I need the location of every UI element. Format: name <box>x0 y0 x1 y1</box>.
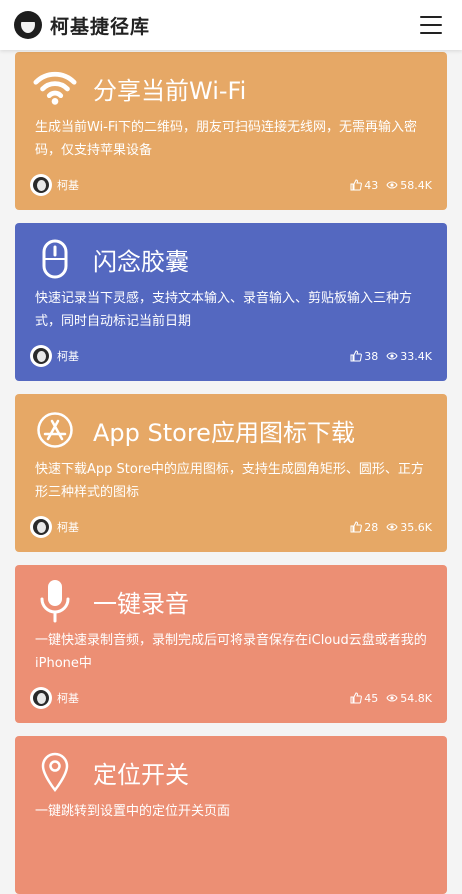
view-count-value: 54.8K <box>400 691 432 705</box>
view-count-value: 35.6K <box>400 520 432 534</box>
card-stats: 38 33.4K <box>350 350 432 363</box>
card-title: 一键录音 <box>93 589 189 618</box>
card-stats: 45 54.8K <box>350 692 432 705</box>
site-logo[interactable]: 柯基捷径库 <box>14 11 150 39</box>
location-pin-icon <box>33 750 77 794</box>
shortcut-card[interactable]: 分享当前Wi-Fi 生成当前Wi-Fi下的二维码，朋友可扫码连接无线网，无需再输… <box>15 52 447 210</box>
shortcut-card[interactable]: 闪念胶囊 快速记录当下灵感，支持文本输入、录音输入、剪贴板输入三种方式，同时自动… <box>15 223 447 381</box>
author-name[interactable]: 柯基 <box>57 690 79 706</box>
author-name[interactable]: 柯基 <box>57 177 79 193</box>
card-description: 快速记录当下灵感，支持文本输入、录音输入、剪贴板输入三种方式，同时自动标记当前日… <box>35 291 413 329</box>
eye-icon <box>386 352 398 360</box>
shortcut-card[interactable]: App Store应用图标下载 快速下载App Store中的应用图标，支持生成… <box>15 394 447 552</box>
card-header: 一键录音 <box>33 579 189 623</box>
thumbs-up-icon <box>350 179 363 191</box>
like-count-value: 45 <box>364 691 379 705</box>
card-title: 定位开关 <box>93 760 189 789</box>
eye-icon <box>386 694 398 702</box>
corgi-logo-icon <box>14 11 42 39</box>
thumbs-up-icon <box>350 350 363 362</box>
capsule-icon <box>33 237 77 281</box>
hamburger-menu-icon[interactable] <box>420 16 442 34</box>
like-count[interactable]: 38 <box>350 350 378 363</box>
view-count: 58.4K <box>386 179 432 192</box>
avatar[interactable] <box>30 345 52 367</box>
view-count: 54.8K <box>386 692 432 705</box>
card-title: 分享当前Wi-Fi <box>93 76 247 105</box>
like-count-value: 43 <box>364 178 379 192</box>
microphone-icon <box>33 579 77 623</box>
card-footer: 柯基 28 35.6K <box>30 516 432 538</box>
card-footer: 柯基 43 58.4K <box>30 174 432 196</box>
card-header: 分享当前Wi-Fi <box>33 66 246 110</box>
card-description: 一键跳转到设置中的定位开关页面 <box>35 804 231 819</box>
site-name: 柯基捷径库 <box>50 15 151 38</box>
card-header: 闪念胶囊 <box>33 237 189 281</box>
like-count[interactable]: 45 <box>350 692 378 705</box>
thumbs-up-icon <box>350 521 363 533</box>
shortcut-card[interactable]: 定位开关 一键跳转到设置中的定位开关页面 <box>15 736 447 894</box>
card-header: 定位开关 <box>33 750 189 794</box>
eye-icon <box>386 523 398 531</box>
author-name[interactable]: 柯基 <box>57 348 79 364</box>
card-title: App Store应用图标下载 <box>93 418 355 447</box>
card-stats: 43 58.4K <box>350 179 432 192</box>
like-count-value: 38 <box>364 349 379 363</box>
card-footer: 柯基 38 33.4K <box>30 345 432 367</box>
like-count[interactable]: 28 <box>350 521 378 534</box>
like-count-value: 28 <box>364 520 379 534</box>
view-count-value: 33.4K <box>400 349 432 363</box>
avatar[interactable] <box>30 687 52 709</box>
thumbs-up-icon <box>350 692 363 704</box>
avatar[interactable] <box>30 516 52 538</box>
wifi-icon <box>33 66 77 110</box>
view-count: 35.6K <box>386 521 432 534</box>
view-count: 33.4K <box>386 350 432 363</box>
view-count-value: 58.4K <box>400 178 432 192</box>
avatar[interactable] <box>30 174 52 196</box>
eye-icon <box>386 181 398 189</box>
card-footer: 柯基 45 54.8K <box>30 687 432 709</box>
card-description: 快速下载App Store中的应用图标，支持生成圆角矩形、圆形、正方形三种样式的… <box>35 462 424 500</box>
top-navigation-bar: 柯基捷径库 <box>0 0 462 50</box>
author-name[interactable]: 柯基 <box>57 519 79 535</box>
card-title: 闪念胶囊 <box>93 247 189 276</box>
card-description: 一键快速录制音频，录制完成后可将录音保存在iCloud云盘或者我的iPhone中 <box>35 633 427 671</box>
app-store-icon <box>33 408 77 452</box>
shortcut-card[interactable]: 一键录音 一键快速录制音频，录制完成后可将录音保存在iCloud云盘或者我的iP… <box>15 565 447 723</box>
card-stats: 28 35.6K <box>350 521 432 534</box>
like-count[interactable]: 43 <box>350 179 378 192</box>
card-description: 生成当前Wi-Fi下的二维码，朋友可扫码连接无线网，无需再输入密码，仅支持苹果设… <box>35 120 418 158</box>
card-header: App Store应用图标下载 <box>33 408 355 452</box>
